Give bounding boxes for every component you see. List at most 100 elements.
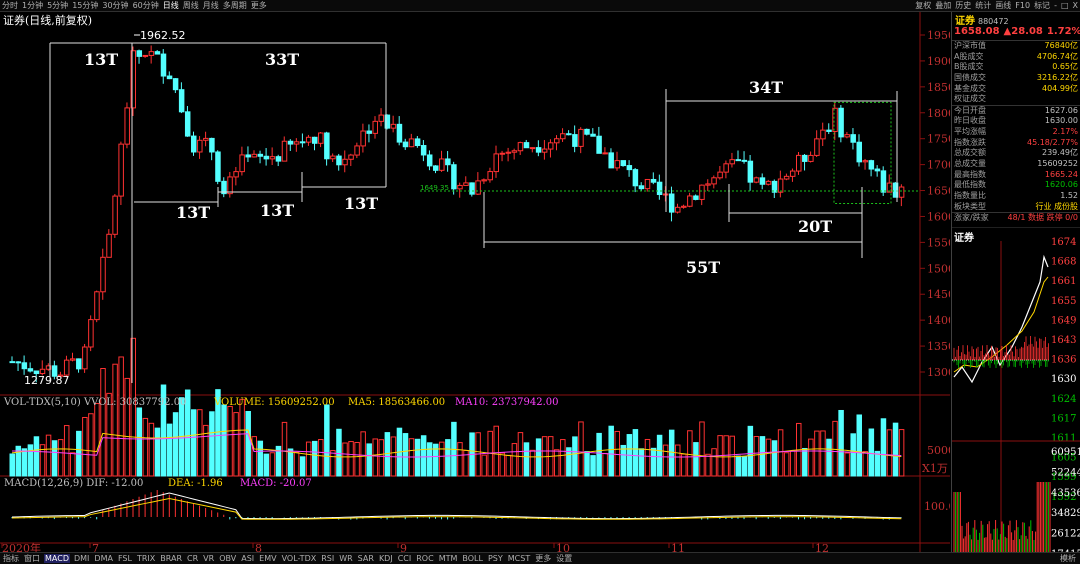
indicator-tab[interactable]: TRIX	[136, 554, 156, 563]
indicator-tab[interactable]: BRAR	[159, 554, 183, 563]
period-tab[interactable]: 多周期	[223, 1, 247, 10]
candle-body	[426, 154, 433, 167]
stat-value: 239.49亿	[1042, 148, 1078, 158]
candle-body	[487, 171, 493, 181]
cycle-annotation: 13T	[176, 203, 210, 222]
candle-body	[100, 256, 106, 293]
indicator-tab[interactable]: 更多	[534, 554, 552, 563]
candle-body	[838, 107, 844, 138]
candle-body	[112, 195, 118, 235]
volume-bar	[324, 404, 330, 477]
y-tick-label: 1900	[927, 55, 950, 68]
stat-row: 指数量比 1.52	[952, 191, 1080, 202]
indicator-tab[interactable]: SAR	[357, 554, 375, 563]
toolbar-button[interactable]: 统计	[975, 1, 991, 10]
candle-body	[626, 165, 633, 171]
indicator-tab[interactable]: EMV	[258, 554, 277, 563]
indicator-tab[interactable]: RSI	[320, 554, 335, 563]
market-summary-table: 沪深市值 76840亿 A股成交 4706.74亿 B股成交 0.65亿 国债成交 3216.…	[952, 40, 1080, 105]
period-tab[interactable]: 周线	[183, 1, 199, 10]
toolbar-button[interactable]: F10	[1015, 1, 1030, 10]
chart-canvas[interactable]: 1950 1900 1850 1800 1750 1700 1650 1600 1550 1500…	[0, 12, 950, 552]
toolbar-button[interactable]: 复权	[915, 1, 931, 10]
mini-chart-canvas: 1674 1668 1661 1655 1649 1643 1636 1630 1624 1617…	[952, 226, 1080, 560]
indicator-tab[interactable]: ASI	[240, 554, 255, 563]
stat-label: 今日开盘	[954, 105, 986, 115]
indicator-tab[interactable]: MCST	[507, 554, 531, 563]
toolbar-button[interactable]: 叠加	[935, 1, 951, 10]
volume-bar	[638, 448, 645, 477]
indicator-tab[interactable]: MTM	[438, 554, 459, 563]
volume-bar	[705, 453, 711, 477]
stat-value: 2.17%	[1052, 126, 1078, 136]
indicator-tab[interactable]: DMI	[73, 554, 90, 563]
period-tab[interactable]: 更多	[251, 1, 267, 10]
candle-body	[820, 129, 826, 140]
stat-row: 沪深市值 76840亿	[952, 41, 1080, 52]
volume-bar	[439, 441, 445, 477]
indicator-tab[interactable]: 指标	[2, 554, 20, 563]
candle-body	[402, 141, 409, 148]
indicator-tab[interactable]: FSL	[117, 554, 133, 563]
volume-bar	[820, 430, 826, 477]
indicator-tab[interactable]: VR	[202, 554, 215, 563]
stat-label: 最高指数	[954, 169, 986, 179]
volume-bar	[287, 448, 294, 477]
volume-bar	[590, 455, 596, 477]
candle-body	[753, 177, 760, 183]
adv-dec-value: 48/1 数据 跌停 0/0	[1007, 213, 1078, 223]
indicator-tab[interactable]: CR	[186, 554, 199, 563]
toolbar-button[interactable]: -	[1054, 1, 1057, 10]
volume-bar	[45, 434, 52, 477]
kline-chart[interactable]: 1950 1900 1850 1800 1750 1700 1650 1600 1550 1500…	[0, 12, 950, 552]
candle-body	[499, 152, 506, 155]
indicator-tab[interactable]: PSY	[487, 554, 504, 563]
volume-bar	[529, 449, 536, 477]
toolbar-button[interactable]: □	[1061, 1, 1069, 10]
indicator-tab[interactable]: 设置	[555, 554, 573, 563]
candle-body	[880, 170, 887, 193]
volume-bar	[348, 441, 354, 477]
indicator-tab[interactable]: 窗口	[23, 554, 41, 563]
toolbar-button[interactable]: 画线	[995, 1, 1011, 10]
candle-body	[215, 151, 221, 182]
indicator-tab[interactable]: OBV	[218, 554, 237, 563]
candle-body	[656, 181, 663, 196]
indicator-tab[interactable]: WR	[338, 554, 353, 563]
indicator-tab[interactable]: MACD	[44, 554, 70, 563]
indicator-tab[interactable]: CCI	[397, 554, 413, 563]
indicator-tab[interactable]: VOL-TDX	[281, 554, 318, 563]
period-tab[interactable]: 30分钟	[102, 1, 128, 10]
macd-value-label: MACD: -20.07	[240, 478, 312, 489]
volume-bar	[299, 456, 306, 477]
y-tick-label: 1700	[927, 159, 950, 172]
current-price: 1658.08	[954, 26, 1000, 37]
indicator-tab[interactable]: DMA	[93, 554, 114, 563]
period-tab[interactable]: 5分钟	[47, 1, 68, 10]
volume-bar	[662, 444, 669, 477]
x-tick-label: 7	[92, 542, 99, 552]
indicator-tab[interactable]: ROC	[415, 554, 434, 563]
toolbar-button[interactable]: 历史	[955, 1, 971, 10]
candle-body	[88, 319, 94, 348]
volume-bar	[753, 436, 760, 477]
indicator-tab[interactable]: KDJ	[378, 554, 394, 563]
period-tab[interactable]: 分时	[2, 1, 18, 10]
toolbar-button[interactable]: X	[1073, 1, 1078, 10]
candle-body	[172, 78, 179, 91]
period-tab[interactable]: 日线	[163, 1, 179, 10]
period-tab[interactable]: 60分钟	[133, 1, 159, 10]
toolbar-button[interactable]: 标记	[1034, 1, 1050, 10]
bottom-right-label[interactable]: 模析	[1060, 553, 1076, 564]
volume-bar	[251, 436, 257, 477]
y-tick-label: 1550	[927, 236, 950, 249]
period-tab[interactable]: 1分钟	[22, 1, 43, 10]
volume-bar	[318, 439, 324, 477]
period-tab[interactable]: 15分钟	[72, 1, 98, 10]
candle-body	[735, 159, 741, 162]
indicator-tab[interactable]: BOLL	[461, 554, 484, 563]
intraday-mini-chart[interactable]: 1674 1668 1661 1655 1649 1643 1636 1630 1624 1617…	[952, 226, 1080, 560]
mini-vol-tick: 43536	[1051, 488, 1080, 499]
candle-body	[209, 137, 215, 153]
period-tab[interactable]: 月线	[203, 1, 219, 10]
